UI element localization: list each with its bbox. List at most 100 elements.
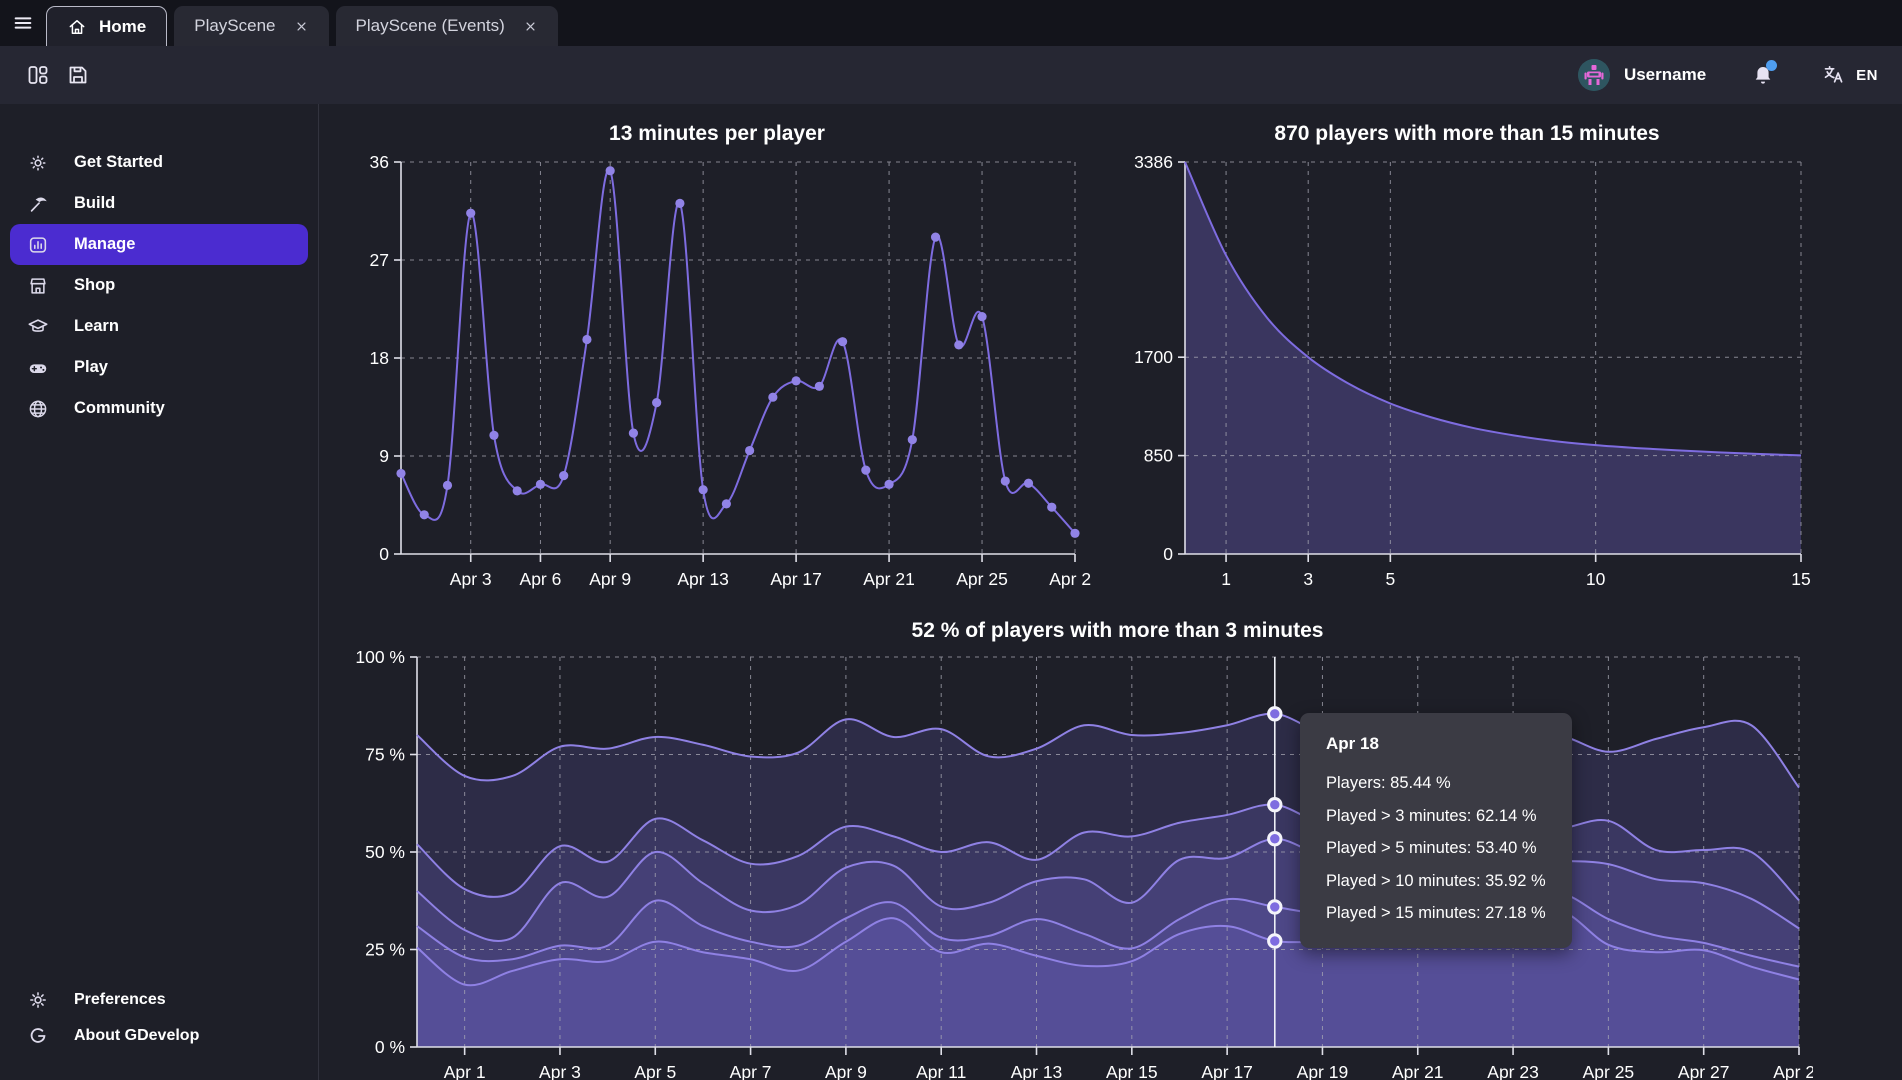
x-tick-label: Apr 25 (956, 569, 1008, 589)
x-tick-label: Apr 29 (1049, 569, 1091, 589)
sidebar-item-play[interactable]: Play (10, 347, 308, 388)
save-button[interactable] (58, 55, 98, 95)
globe-icon (26, 397, 50, 421)
y-tick-label: 0 (379, 544, 389, 564)
x-tick-label: Apr 25 (1583, 1062, 1635, 1080)
project-manager-icon (26, 63, 50, 87)
y-tick-label: 850 (1144, 446, 1173, 466)
x-tick-label: 10 (1586, 569, 1606, 589)
project-manager-button[interactable] (18, 55, 58, 95)
toolbar: Username EN (0, 46, 1902, 104)
tooltip-entry: Players: 85.44 % (1326, 767, 1546, 800)
username-label[interactable]: Username (1624, 65, 1706, 85)
save-icon (66, 63, 90, 87)
sidebar-item-manage[interactable]: Manage (10, 224, 308, 265)
main-area: Get Started Build Manage Shop Learn Play… (0, 104, 1902, 1080)
y-tick-label: 75 % (365, 745, 405, 765)
x-tick-label: Apr 6 (520, 569, 562, 589)
sidebar-item-build[interactable]: Build (10, 183, 308, 224)
minutes-per-player-chart[interactable]: 0 9 18 27 36 Apr 3 Apr 6 Apr 9 Apr 13 Apr 17 Apr 2… (343, 150, 1091, 602)
hamburger-menu-button[interactable] (0, 0, 46, 46)
notifications-button[interactable] (1746, 58, 1780, 92)
gear-icon (26, 988, 50, 1012)
pickaxe-icon (26, 192, 50, 216)
x-tick-label: Apr 7 (730, 1062, 772, 1080)
x-tick-label: Apr 1 (444, 1062, 486, 1080)
tab-playscene-events[interactable]: PlayScene (Events) (336, 6, 558, 46)
chart-title: 870 players with more than 15 minutes (1117, 110, 1817, 150)
sidebar-item-label: Build (74, 194, 115, 213)
players-duration-chart[interactable]: 0850170033861351015 (1117, 150, 1817, 602)
axes (394, 162, 1075, 562)
y-tick-label: 36 (370, 152, 389, 172)
tab-label: PlayScene (194, 16, 275, 36)
sidebar-item-label: Community (74, 399, 165, 418)
sidebar-item-get-started[interactable]: Get Started (10, 142, 308, 183)
graduation-cap-icon (26, 315, 50, 339)
y-tick-label: 3386 (1134, 152, 1173, 172)
tab-close-icon[interactable] (294, 19, 309, 34)
tooltip-date: Apr 18 (1326, 729, 1546, 759)
tick-labels: 0 9 18 27 36 Apr 3 Apr 6 Apr 9 Apr 13 Apr 17 Apr 2… (370, 152, 1091, 589)
y-tick-label: 50 % (365, 842, 405, 862)
notification-dot (1766, 60, 1777, 71)
avatar[interactable] (1578, 59, 1610, 91)
x-tick-label: Apr 27 (1678, 1062, 1730, 1080)
x-tick-label: 15 (1791, 569, 1810, 589)
x-tick-label: 1 (1221, 569, 1231, 589)
minutes-per-player-card: 13 minutes per player 0 9 18 27 36 Apr 3 Apr 6… (343, 110, 1091, 607)
y-tick-label: 100 % (355, 647, 405, 667)
tab-home[interactable]: Home (46, 6, 167, 46)
x-tick-label: 5 (1385, 569, 1395, 589)
sun-icon (26, 151, 50, 175)
tab-playscene[interactable]: PlayScene (174, 6, 328, 46)
sidebar-item-shop[interactable]: Shop (10, 265, 308, 306)
x-tick-label: Apr 17 (770, 569, 822, 589)
tab-bar: Home PlayScene PlayScene (Events) (0, 0, 1902, 46)
tab-close-icon[interactable] (523, 19, 538, 34)
x-tick-label: Apr 9 (589, 569, 631, 589)
gridlines (401, 162, 1075, 554)
analytics-content: 13 minutes per player 0 9 18 27 36 Apr 3 Apr 6… (319, 104, 1902, 1080)
tooltip-entry: Played > 5 minutes: 53.40 % (1326, 832, 1546, 865)
x-tick-label: Apr 3 (539, 1062, 581, 1080)
y-tick-label: 9 (379, 446, 389, 466)
chart-title: 52 % of players with more than 3 minutes (343, 607, 1892, 647)
x-tick-label: Apr 13 (677, 569, 729, 589)
chart-title: 13 minutes per player (343, 110, 1091, 150)
y-tick-label: 0 % (375, 1037, 405, 1057)
retention-card: 52 % of players with more than 3 minutes… (343, 607, 1892, 1080)
tooltip-entry: Played > 15 minutes: 27.18 % (1326, 897, 1546, 930)
translate-icon (1822, 63, 1846, 87)
chart-lines (396, 166, 1079, 538)
sidebar-footer: Preferences About GDevelop (0, 982, 318, 1080)
sidebar-item-about-gdevelop[interactable]: About GDevelop (10, 1018, 308, 1054)
x-tick-label: Apr 3 (450, 569, 492, 589)
tooltip-entry: Played > 3 minutes: 62.14 % (1326, 800, 1546, 833)
x-tick-label: Apr 5 (634, 1062, 676, 1080)
chart-areas (417, 714, 1799, 1047)
hamburger-icon (12, 12, 34, 34)
sidebar-item-learn[interactable]: Learn (10, 306, 308, 347)
sidebar: Get Started Build Manage Shop Learn Play… (0, 104, 319, 1080)
sidebar-item-label: Preferences (74, 991, 166, 1009)
sidebar-item-label: About GDevelop (74, 1027, 199, 1045)
sidebar-item-preferences[interactable]: Preferences (10, 982, 308, 1018)
sidebar-item-label: Manage (74, 235, 135, 254)
sidebar-item-label: Get Started (74, 153, 163, 172)
x-tick-label: Apr 21 (1392, 1062, 1444, 1080)
x-tick-label: Apr 21 (863, 569, 915, 589)
x-tick-label: Apr 29 (1773, 1062, 1813, 1080)
chart-areas (1185, 162, 1801, 554)
retention-chart[interactable]: 0 % 25 % 50 % 75 % 100 % Apr 1 Apr 3 Apr 5 Apr 7… (343, 647, 1813, 1080)
sidebar-item-community[interactable]: Community (10, 388, 308, 429)
y-tick-label: 18 (370, 348, 389, 368)
tooltip-entry: Played > 10 minutes: 35.92 % (1326, 865, 1546, 898)
x-tick-label: Apr 23 (1487, 1062, 1539, 1080)
y-tick-label: 27 (370, 250, 389, 270)
x-tick-label: Apr 17 (1201, 1062, 1253, 1080)
x-tick-label: Apr 15 (1106, 1062, 1158, 1080)
x-tick-label: Apr 13 (1011, 1062, 1063, 1080)
language-selector[interactable]: EN (1822, 63, 1878, 87)
y-tick-label: 25 % (365, 940, 405, 960)
